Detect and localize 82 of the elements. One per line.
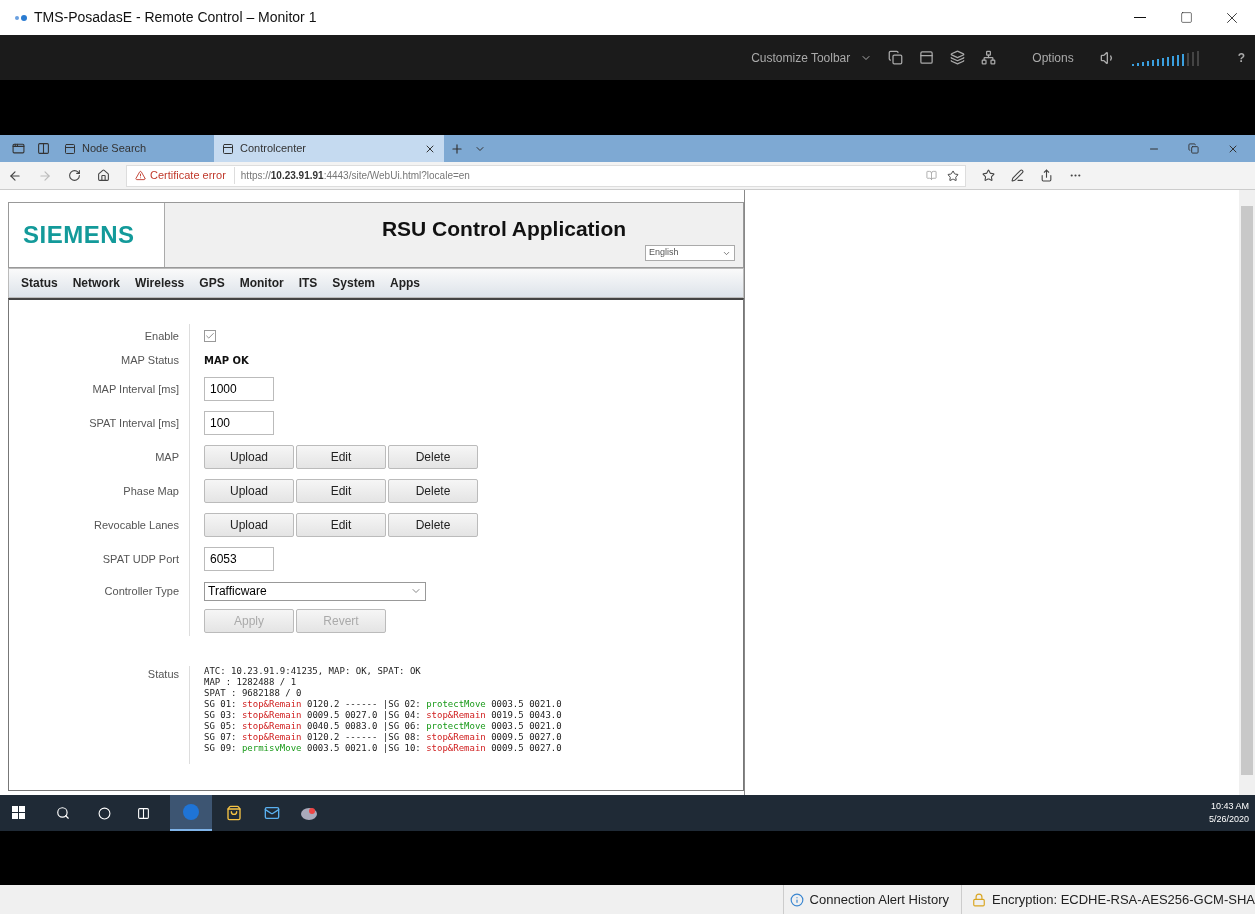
warning-icon: [135, 170, 146, 181]
network-icon[interactable]: [981, 50, 997, 65]
scrollbar[interactable]: [1239, 190, 1255, 795]
field-label: Controller Type: [104, 583, 179, 599]
mail-icon[interactable]: [264, 805, 280, 821]
browser-taskbar-button[interactable]: [170, 795, 212, 831]
task-view-icon[interactable]: [137, 806, 150, 820]
pen-icon[interactable]: [1011, 169, 1024, 182]
url-text: https://10.23.91.91:4443/site/WebUi.html?locale=en: [239, 169, 470, 183]
address-bar[interactable]: Certificate error https://10.23.91.91:4443/site/WebUi.html?locale=en: [126, 164, 966, 187]
form-button[interactable]: Upload: [204, 513, 294, 537]
form-button[interactable]: Edit: [296, 445, 386, 469]
page-icon: [64, 142, 76, 155]
input-field[interactable]: 100: [204, 411, 274, 435]
enable-checkbox[interactable]: [204, 330, 216, 342]
help-button[interactable]: ?: [1237, 48, 1245, 67]
customize-toolbar-dropdown[interactable]: Customize Toolbar: [751, 48, 873, 67]
map-status-value: MAP OK: [204, 353, 249, 368]
field-label: Phase Map: [123, 483, 179, 499]
info-icon: [789, 892, 804, 907]
field-label: MAP Status: [121, 352, 179, 368]
form-button[interactable]: Delete: [388, 445, 478, 469]
menu-tab[interactable]: Network: [72, 274, 121, 292]
app-icon[interactable]: [300, 805, 318, 821]
new-tab-icon[interactable]: [450, 141, 464, 156]
controller-type-select[interactable]: Trafficware: [204, 581, 426, 601]
menu-tab[interactable]: GPS: [199, 274, 225, 292]
clock-time: 10:43 AM: [1210, 800, 1249, 813]
browser-tab[interactable]: Controlcenter: [214, 135, 444, 162]
page-icon: [222, 142, 234, 155]
menu-tab[interactable]: System: [332, 274, 375, 292]
field-label: Status: [147, 667, 179, 682]
app-icon: [14, 13, 28, 22]
app-title: RSU Control Application: [380, 216, 627, 242]
form-button[interactable]: Edit: [296, 513, 386, 537]
form-button[interactable]: Delete: [388, 479, 478, 503]
encryption-status: Encryption: ECDHE-RSA-AES256-GCM-SHA: [961, 885, 1255, 914]
menu-tab[interactable]: Apps: [390, 274, 420, 292]
menu-tab[interactable]: Status: [21, 274, 58, 292]
field-label: MAP: [155, 449, 179, 465]
form-button[interactable]: Edit: [296, 479, 386, 503]
store-icon[interactable]: [226, 805, 242, 821]
options-button[interactable]: Options: [1032, 48, 1074, 67]
status-output: ATC: 10.23.91.9:41235, MAP: OK, SPAT: OK MAP : 1282488 / 1 SPAT : 9682188 / 0 SG 01: stop&Remain 0120.2 ------ |SG 02: protectMove 0003.5 0021.0 SG 03: stop&Remain 0009.5 0027.0 |SG 04: stop&Remain 0019.5 0043.0 SG 05: stop&Remain 0040.5 0083.0 |SG 06: protectMove 0003.5 0021.0 SG 07: stop&Remain 0120.2 ------ |SG 08: stop&Remain 0009.5 0027.0 SG 09: permisvMove 0003.5 0021.0 |SG 10: stop&Remain 0009.5 0027.0: [204, 666, 562, 754]
field-label: MAP Interval [ms]: [92, 381, 179, 397]
browser-tab[interactable]: Node Search: [56, 135, 206, 162]
maximize-icon: [1179, 11, 1193, 24]
field-label: SPAT Interval [ms]: [89, 415, 179, 431]
favorite-icon[interactable]: [947, 169, 959, 182]
menu-tab[interactable]: Wireless: [135, 274, 185, 292]
language-select[interactable]: English: [645, 245, 735, 261]
window-title: TMS-PosadasE - Remote Control – Monitor 1: [34, 8, 317, 27]
form-button[interactable]: Upload: [204, 445, 294, 469]
certificate-warning[interactable]: Certificate error: [127, 167, 235, 184]
menu-tab[interactable]: ITS: [298, 274, 318, 292]
siemens-logo: SIEMENS: [23, 220, 135, 250]
volume-level-icon: [1131, 49, 1202, 66]
field-label: Revocable Lanes: [94, 517, 179, 533]
panel-icon[interactable]: [919, 50, 935, 65]
input-field[interactable]: 1000: [204, 377, 274, 401]
lock-icon: [972, 892, 987, 907]
share-icon[interactable]: [1040, 169, 1053, 182]
windows-icon[interactable]: [12, 806, 26, 820]
input-field[interactable]: 6053: [204, 547, 274, 571]
menu-tab[interactable]: Monitor: [239, 274, 284, 292]
field-label: Enable: [144, 328, 179, 344]
refresh-icon[interactable]: [68, 169, 81, 182]
restore-icon[interactable]: [1188, 142, 1199, 154]
form-button[interactable]: Upload: [204, 479, 294, 503]
form-button[interactable]: Delete: [388, 513, 478, 537]
connection-alert-history[interactable]: Connection Alert History: [782, 885, 956, 914]
window-icon[interactable]: [888, 50, 904, 65]
set-aside-icon[interactable]: [37, 142, 50, 155]
field-label: SPAT UDP Port: [102, 551, 179, 567]
cortana-icon[interactable]: [98, 806, 111, 820]
back-icon[interactable]: [8, 168, 22, 183]
minimize-icon: [1134, 17, 1146, 18]
tabs-icon[interactable]: [12, 142, 25, 155]
search-icon[interactable]: [56, 806, 70, 820]
home-icon[interactable]: [97, 169, 110, 182]
favorites-icon[interactable]: [982, 169, 995, 182]
clock-date: 5/26/2020: [1208, 813, 1249, 826]
